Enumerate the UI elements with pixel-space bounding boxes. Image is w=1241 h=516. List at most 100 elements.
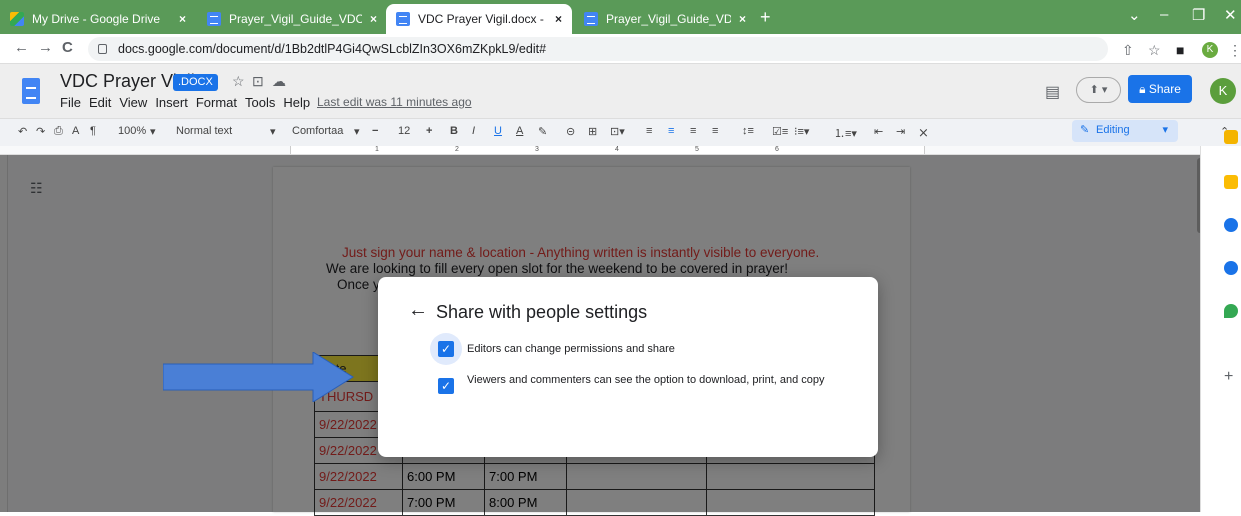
menu-tools[interactable]: Tools: [245, 95, 275, 110]
spellcheck-icon[interactable]: A: [72, 125, 79, 137]
decrease-indent-icon[interactable]: ⇤: [874, 125, 883, 138]
address-bar: ← → C docs.google.com/document/d/1Bb2dtl…: [0, 34, 1241, 64]
style-select[interactable]: Normal text: [176, 125, 232, 137]
comment-icon[interactable]: ⊞: [588, 125, 597, 138]
account-avatar[interactable]: K: [1210, 78, 1236, 104]
menu-bar: File Edit View Insert Format Tools Help: [60, 95, 318, 110]
font-size-field[interactable]: 12: [398, 125, 410, 137]
docs-logo-icon[interactable]: [22, 78, 40, 104]
present-button[interactable]: ⬆ ▾: [1076, 77, 1121, 103]
zoom-select[interactable]: 100%: [118, 125, 146, 137]
keep-icon[interactable]: [1224, 175, 1238, 189]
align-center-icon[interactable]: ≡: [668, 125, 674, 137]
print-icon[interactable]: ⎙: [54, 125, 63, 138]
checklist-icon[interactable]: ☑≡: [772, 125, 788, 138]
image-icon[interactable]: ⊡▾: [610, 125, 625, 138]
bold-icon[interactable]: B: [450, 125, 458, 137]
menu-help[interactable]: Help: [283, 95, 310, 110]
editing-label: Editing: [1096, 124, 1130, 136]
bookmark-star-icon[interactable]: ☆: [1148, 42, 1161, 59]
close-icon[interactable]: ×: [370, 12, 377, 26]
text-color-icon[interactable]: A: [516, 125, 523, 137]
tab-vdc-prayer-vigil[interactable]: VDC Prayer Vigil.docx - Google D ×: [386, 4, 572, 34]
chevron-down-icon[interactable]: ⌄: [1128, 6, 1141, 24]
star-icon[interactable]: ☆: [232, 73, 245, 90]
browser-tab-bar: My Drive - Google Drive × Prayer_Vigil_G…: [0, 0, 1241, 34]
chevron-down-icon[interactable]: ▾: [354, 125, 360, 138]
bullet-list-icon[interactable]: ⁝≡▾: [794, 125, 809, 138]
chevron-down-icon[interactable]: ▾: [270, 125, 276, 138]
lock-icon: 🔒︎: [1139, 82, 1149, 96]
viewers-download-checkbox[interactable]: ✓: [438, 378, 454, 394]
contacts-icon[interactable]: [1224, 261, 1238, 275]
link-icon[interactable]: ⊝: [566, 125, 575, 138]
ruler-page-area[interactable]: [290, 146, 925, 154]
tab-label: My Drive - Google Drive: [32, 12, 161, 26]
clear-formatting-icon[interactable]: ⨯: [918, 125, 929, 141]
tab-my-drive[interactable]: My Drive - Google Drive ×: [0, 4, 196, 34]
ruler-mark: 2: [455, 146, 459, 153]
minimize-icon[interactable]: –: [1160, 6, 1168, 23]
increase-indent-icon[interactable]: ⇥: [896, 125, 905, 138]
menu-view[interactable]: View: [119, 95, 147, 110]
ruler-mark: 3: [535, 146, 539, 153]
more-options-icon[interactable]: ⋮: [1228, 42, 1241, 59]
calendar-icon[interactable]: [1224, 130, 1238, 144]
docs-icon: [207, 12, 221, 26]
close-icon[interactable]: ×: [179, 12, 186, 26]
menu-edit[interactable]: Edit: [89, 95, 111, 110]
comments-icon[interactable]: ▤: [1045, 82, 1060, 102]
menu-file[interactable]: File: [60, 95, 81, 110]
cloud-status-icon: ☁: [272, 73, 286, 89]
menu-format[interactable]: Format: [196, 95, 237, 110]
back-arrow-icon[interactable]: ←: [408, 299, 428, 322]
url-field[interactable]: docs.google.com/document/d/1Bb2dtlP4Gi4Q…: [88, 37, 1108, 61]
undo-icon[interactable]: ↶: [18, 125, 27, 138]
highlight-icon[interactable]: ✎: [538, 125, 547, 138]
profile-avatar[interactable]: K: [1202, 42, 1218, 58]
tab-label: Prayer_Vigil_Guide_VDC_#30.doc: [606, 12, 731, 26]
docs-icon: [396, 12, 410, 26]
side-panel-icon[interactable]: ■: [1176, 42, 1184, 58]
new-tab-button[interactable]: +: [760, 7, 771, 28]
decrease-font-icon[interactable]: −: [372, 125, 378, 137]
drive-icon: [10, 12, 24, 26]
side-panel: [1200, 146, 1241, 512]
tasks-icon[interactable]: [1224, 218, 1238, 232]
maps-icon[interactable]: [1224, 304, 1238, 318]
numbered-list-icon[interactable]: ⒈≡▾: [834, 125, 857, 141]
menu-insert[interactable]: Insert: [155, 95, 188, 110]
add-addon-icon[interactable]: +: [1224, 368, 1233, 386]
close-icon[interactable]: ×: [739, 12, 746, 26]
move-folder-icon[interactable]: ⊡: [252, 73, 264, 90]
docs-icon: [584, 12, 598, 26]
forward-arrow-icon[interactable]: →: [38, 39, 53, 56]
font-select[interactable]: Comfortaa: [292, 125, 343, 137]
last-edit-link[interactable]: Last edit was 11 minutes ago: [317, 95, 472, 109]
tab-prayer-vigil-30[interactable]: Prayer_Vigil_Guide_VDC_#30.doc ×: [574, 4, 756, 34]
chevron-down-icon[interactable]: ▾: [150, 125, 156, 138]
editing-mode-select[interactable]: ✎ Editing ▾: [1072, 120, 1178, 142]
align-right-icon[interactable]: ≡: [690, 125, 696, 137]
align-left-icon[interactable]: ≡: [646, 125, 652, 137]
italic-icon[interactable]: I: [472, 125, 475, 137]
reload-icon[interactable]: C: [62, 39, 73, 56]
share-button[interactable]: 🔒︎ Share: [1128, 75, 1192, 103]
line-spacing-icon[interactable]: ↕≡: [742, 125, 754, 137]
ruler-mark: 6: [775, 146, 779, 153]
share-label: Share: [1148, 82, 1181, 96]
increase-font-icon[interactable]: +: [426, 125, 432, 137]
back-arrow-icon[interactable]: ←: [14, 39, 29, 56]
paint-format-icon[interactable]: ¶: [90, 125, 96, 137]
share-page-icon[interactable]: ⇧: [1122, 42, 1134, 59]
restore-icon[interactable]: ❐: [1192, 6, 1205, 24]
close-icon[interactable]: ×: [555, 12, 562, 26]
tab-prayer-vigil-32[interactable]: Prayer_Vigil_Guide_VDC_#32.doc ×: [197, 4, 387, 34]
window-close-icon[interactable]: ✕: [1224, 6, 1237, 24]
tab-label: Prayer_Vigil_Guide_VDC_#32.doc: [229, 12, 362, 26]
chevron-down-icon: ▾: [1162, 124, 1168, 136]
redo-icon[interactable]: ↷: [36, 125, 45, 138]
underline-icon[interactable]: U: [494, 125, 502, 137]
editors-permissions-checkbox[interactable]: ✓: [438, 341, 454, 357]
justify-icon[interactable]: ≡: [712, 125, 718, 137]
